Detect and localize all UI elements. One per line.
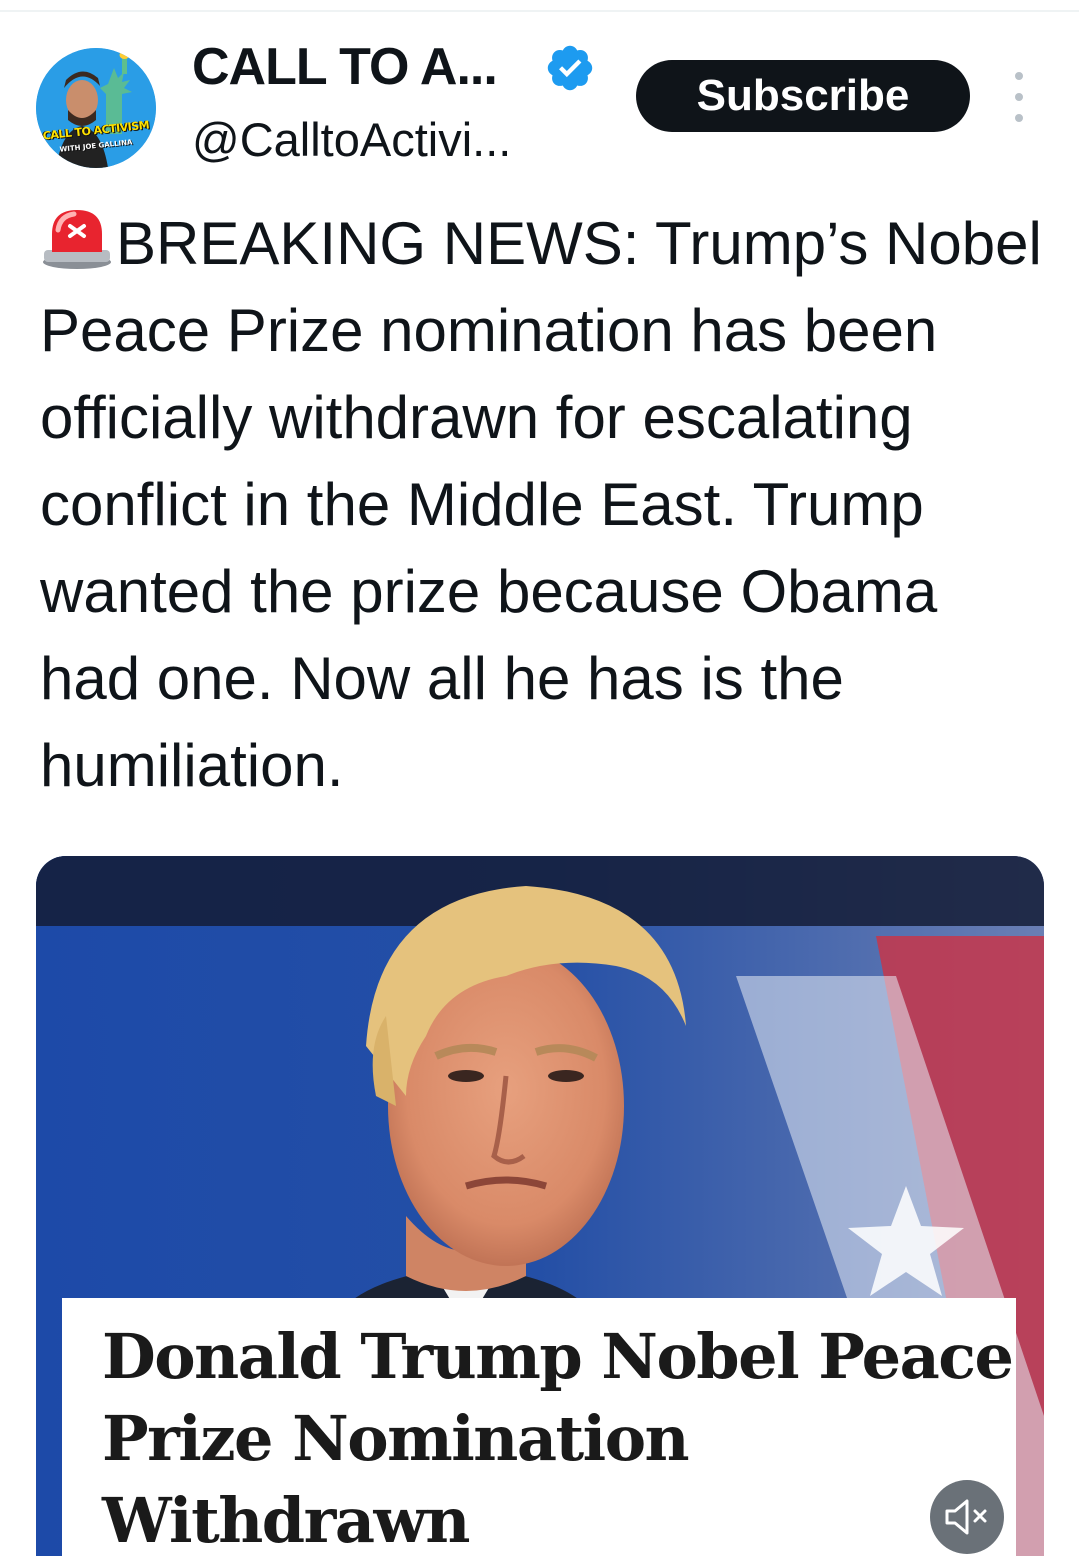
display-name[interactable]: CALL TO A... — [192, 36, 498, 98]
tweet-text-block: BREAKING NEWS: Trump’s Nobel Peace Prize… — [40, 200, 1050, 809]
more-dot — [1015, 114, 1023, 122]
more-dot — [1015, 93, 1023, 101]
subscribe-button[interactable]: Subscribe — [636, 60, 970, 132]
more-dot — [1015, 72, 1023, 80]
account-handle[interactable]: @CalltoActivi... — [192, 110, 511, 170]
media-card[interactable]: Donald Trump Nobel Peace Prize Nominatio… — [36, 856, 1044, 1556]
speaker-muted-icon[interactable] — [930, 1480, 1004, 1554]
top-divider — [0, 10, 1079, 12]
tweet-text: BREAKING NEWS: Trump’s Nobel Peace Prize… — [40, 210, 1042, 799]
avatar[interactable]: CALL TO ACTIVISM WITH JOE GALLINA — [36, 48, 156, 168]
media-headline: Donald Trump Nobel Peace Prize Nominatio… — [62, 1298, 1016, 1556]
mute-glyph — [945, 1499, 987, 1535]
more-vertical-icon[interactable] — [1004, 72, 1034, 122]
rotating-light-icon — [43, 210, 111, 269]
verified-badge-icon — [547, 45, 593, 91]
